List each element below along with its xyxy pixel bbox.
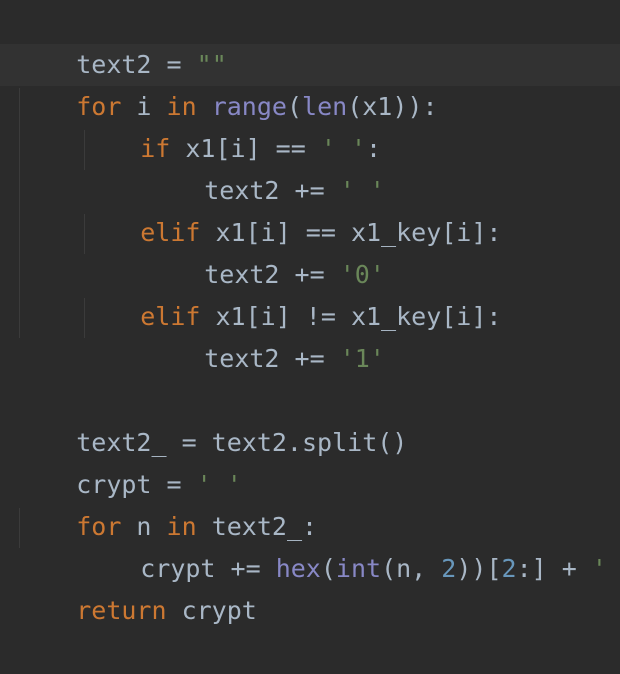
code-line-6[interactable]: text2 += '0' [144, 212, 385, 289]
code-token: :] + [516, 554, 592, 583]
code-token: (n, [381, 554, 442, 583]
code-editor[interactable]: text2 = "" for i in range(len(x1)): if x… [0, 0, 620, 625]
code-line-12[interactable]: crypt += hex(int(n, 2))[2:] + ' ' [80, 506, 620, 583]
code-token: text2 += [204, 344, 340, 373]
code-line-3[interactable]: if x1[i] == ' ': [80, 86, 381, 163]
code-token: crypt [166, 596, 257, 625]
code-line-5[interactable]: elif x1[i] == x1_key[i]: [80, 170, 501, 247]
code-line-4[interactable]: text2 += ' ' [144, 128, 385, 205]
code-token: ))[ [456, 554, 502, 583]
code-line-7[interactable]: elif x1[i] != x1_key[i]: [80, 254, 501, 331]
code-token-builtin: hex [275, 554, 321, 583]
code-token-keyword: return [76, 596, 167, 625]
code-line-11[interactable]: for n in text2_: [16, 464, 317, 541]
code-line-9[interactable]: text2_ = text2.split() [16, 380, 407, 457]
code-line-8[interactable]: text2 += '1' [144, 296, 385, 373]
code-line-2[interactable]: for i in range(len(x1)): [16, 44, 437, 121]
code-line-13[interactable]: return crypt [16, 548, 257, 625]
code-line-10[interactable]: crypt = ' ' [16, 422, 242, 499]
code-token-string: ' ' [591, 554, 607, 583]
code-token-number: 2 [441, 554, 457, 583]
code-token-number: 2 [501, 554, 517, 583]
code-token-builtin: int [335, 554, 382, 583]
code-line-1[interactable]: text2 = "" [16, 2, 227, 79]
code-token: ( [320, 554, 336, 583]
code-token-string: '1' [339, 344, 385, 373]
